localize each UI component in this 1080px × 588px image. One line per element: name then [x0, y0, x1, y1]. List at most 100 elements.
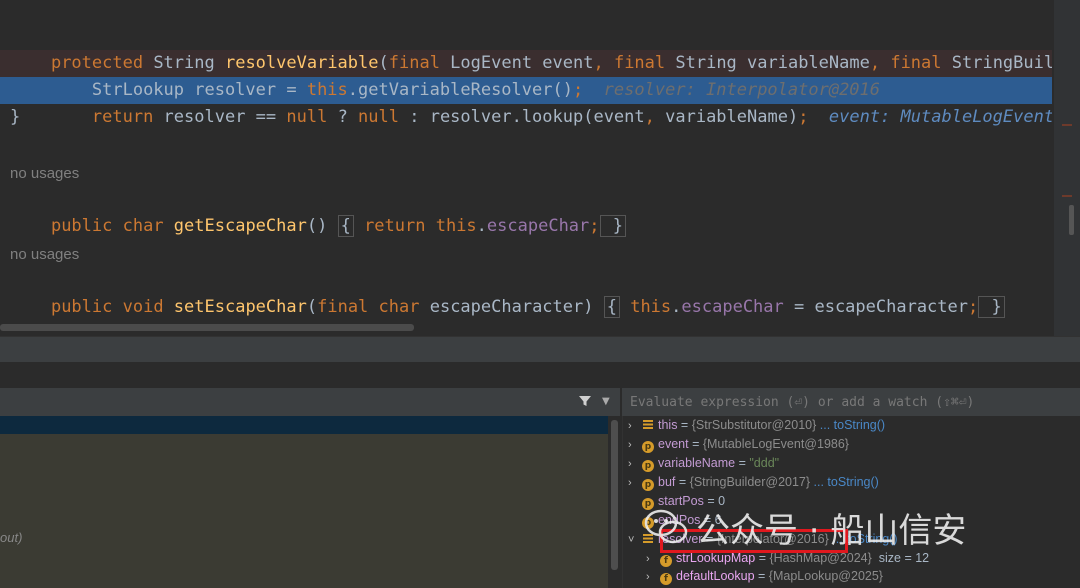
code-line-3[interactable]: return resolver == null ? null : resolve… [10, 77, 1052, 127]
evaluate-expression-placeholder: Evaluate expression (⏎) or add a watch (… [630, 395, 975, 410]
keyword: final [317, 297, 369, 317]
variable-name: buf [658, 475, 676, 489]
parameter-icon: p [642, 460, 654, 472]
chevron-down-icon[interactable]: ˅ [628, 531, 642, 550]
keyword: public [50, 297, 113, 317]
variable-row[interactable]: › this = {StrSubstitutor@2010} ... toStri… [628, 416, 885, 435]
code-text: ( [306, 297, 318, 317]
keyword: char [112, 216, 174, 236]
usages-hint[interactable]: no usages [10, 165, 79, 182]
variable-type: {MapLookup@2025} [768, 569, 883, 583]
code-line-4[interactable]: } [10, 104, 20, 131]
parameter-icon: p [642, 479, 654, 491]
code-text: escapeCharacter) [419, 297, 604, 317]
filter-icon[interactable] [578, 394, 592, 408]
equals-sign: = [688, 437, 703, 451]
punctuation: ; [968, 297, 979, 317]
field-name: escapeChar [681, 297, 784, 317]
code-text: = escapeCharacter [783, 297, 968, 317]
variable-name: strLookupMap [676, 551, 756, 565]
keyword: void [112, 297, 174, 317]
code-text: . [476, 216, 487, 236]
parameter-icon: p [642, 441, 654, 453]
keyword: this [435, 216, 477, 236]
tostring-link[interactable]: ... toString() [810, 475, 879, 489]
vertical-scrollbar-thumb[interactable] [1069, 205, 1074, 235]
watermark: 公众号 · 船山信安 [644, 502, 966, 552]
punctuation: ; [798, 107, 809, 127]
keyword: char [368, 297, 420, 317]
code-text: resolver == [153, 107, 287, 127]
chevron-right-icon[interactable]: › [646, 568, 660, 587]
method-name: setEscapeChar [173, 297, 307, 317]
variable-name: defaultLookup [676, 569, 755, 583]
error-stripe-mark[interactable] [1062, 195, 1072, 197]
variable-value: "ddd" [749, 456, 780, 470]
field-icon: f [660, 573, 672, 585]
error-stripe-mark[interactable] [1062, 124, 1072, 126]
tostring-link[interactable]: ... toString() [816, 418, 885, 432]
keyword: this [619, 297, 672, 317]
variable-type: {StringBuilder@2017} [689, 475, 811, 489]
code-line-1[interactable]: protected String resolveVariable(final L… [10, 23, 1052, 73]
code-text: variableName) [654, 107, 799, 127]
variable-type: {MutableLogEvent@1986} [702, 437, 849, 451]
horizontal-scrollbar-thumb[interactable] [0, 324, 414, 331]
fold-brace[interactable]: } [978, 296, 1005, 318]
code-text: . [671, 297, 682, 317]
equals-sign: = [675, 475, 690, 489]
chevron-right-icon[interactable]: › [628, 455, 642, 474]
field-icon: f [660, 555, 672, 567]
punctuation: , [644, 107, 655, 127]
variable-name: this [658, 418, 678, 432]
field-name: escapeChar [486, 216, 590, 236]
equals-sign: = [755, 551, 770, 565]
chevron-right-icon[interactable]: › [628, 417, 642, 436]
fold-brace[interactable]: } [599, 215, 627, 237]
inline-debug-value: event: MutableLogEvent@1986 [828, 107, 1052, 127]
method-name: getEscapeChar [173, 216, 307, 236]
frames-toolbar [0, 388, 620, 416]
keyword: null [358, 107, 399, 127]
variable-row[interactable]: › p buf = {StringBuilder@2017} ... toStrin… [628, 473, 879, 492]
frame-label-fragment: out) [0, 530, 23, 545]
variable-row[interactable]: › f defaultLookup = {MapLookup@2025} [646, 567, 883, 586]
code-line-2[interactable]: StrLookup resolver = this.getVariableRes… [10, 50, 880, 100]
code-text: StringBuilder b [951, 53, 1052, 73]
frames-list[interactable] [0, 434, 608, 588]
code-text: : resolver.lookup(event [399, 107, 645, 127]
usages-hint[interactable]: no usages [10, 246, 79, 263]
equals-sign: = [735, 456, 750, 470]
panel-divider[interactable] [0, 336, 1080, 363]
fold-brace[interactable]: { [603, 296, 620, 318]
code-text: ? [327, 107, 359, 127]
variable-row[interactable]: › p variableName = "ddd" [628, 454, 779, 473]
fields-icon [643, 420, 653, 429]
keyword: final [890, 53, 942, 73]
wechat-icon [644, 509, 688, 544]
watermark-text: 公众号 · 船山信安 [696, 510, 967, 551]
code-line-6[interactable]: public void setEscapeChar(final char esc… [10, 267, 1005, 318]
variable-row[interactable]: › p event = {MutableLogEvent@1986} [628, 435, 849, 454]
chevron-right-icon[interactable]: › [628, 436, 642, 455]
code-editor[interactable]: protected String resolveVariable(final L… [0, 0, 1052, 322]
frames-scrollbar-thumb[interactable] [611, 420, 618, 570]
keyword: null [286, 107, 328, 127]
keyword: public [50, 216, 113, 236]
equals-sign: = [754, 569, 769, 583]
equals-sign: = [677, 418, 692, 432]
keyword: return [50, 107, 154, 127]
collection-size: size = 12 [871, 551, 930, 565]
variable-name: variableName [658, 456, 736, 470]
variable-type: {StrSubstitutor@2010} [691, 418, 817, 432]
chevron-down-icon[interactable]: ▼ [602, 396, 610, 407]
keyword: return [353, 216, 436, 236]
punctuation: ; [589, 216, 600, 236]
fold-brace[interactable]: { [337, 215, 354, 237]
error-stripe-gutter[interactable] [1054, 0, 1080, 336]
variable-name: event [658, 437, 689, 451]
variable-type: {HashMap@2024} [769, 551, 872, 565]
selected-frame-row[interactable] [0, 416, 608, 434]
chevron-right-icon[interactable]: › [628, 474, 642, 493]
code-line-5[interactable]: public char getEscapeChar() { return thi… [10, 186, 627, 237]
